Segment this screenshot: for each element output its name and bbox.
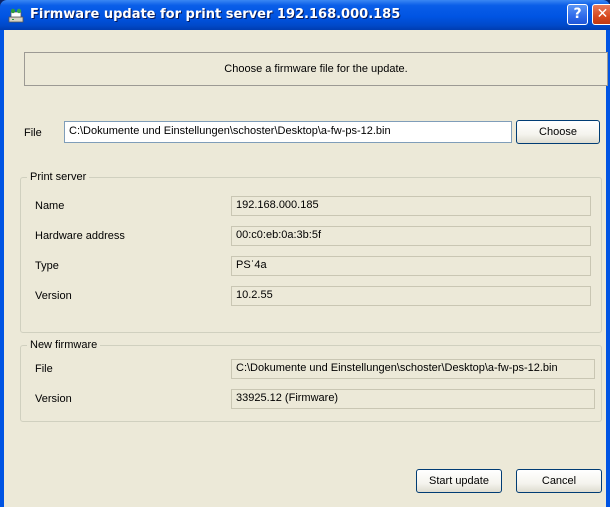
hardware-address-value: 00:c0:eb:0a:3b:5f xyxy=(231,226,591,246)
new-firmware-file-label: File xyxy=(35,363,53,375)
new-firmware-group-title: New firmware xyxy=(27,339,101,351)
close-button[interactable]: ✕ xyxy=(592,4,610,25)
start-update-button[interactable]: Start update xyxy=(416,469,502,493)
dialog-client-area: Choose a firmware file for the update. F… xyxy=(4,30,608,507)
close-icon: ✕ xyxy=(596,6,609,22)
hardware-address-label: Hardware address xyxy=(35,230,125,242)
network-printer-icon xyxy=(8,8,24,23)
print-server-group: Print server Name 192.168.000.185 Hardwa… xyxy=(20,171,602,333)
title-bar[interactable]: Firmware update for print server 192.168… xyxy=(0,0,610,30)
type-label: Type xyxy=(35,260,59,272)
file-path-input[interactable]: C:\Dokumente und Einstellungen\schoster\… xyxy=(64,121,512,143)
window-frame-right xyxy=(606,30,610,507)
name-label: Name xyxy=(35,200,65,212)
dialog-window: Firmware update for print server 192.168… xyxy=(0,0,610,507)
help-button[interactable]: ? xyxy=(567,4,588,25)
file-label: File xyxy=(24,127,42,139)
version-label: Version xyxy=(35,290,72,302)
new-firmware-version-label: Version xyxy=(35,393,72,405)
type-value: PSʿ4a xyxy=(231,256,591,276)
choose-button[interactable]: Choose xyxy=(516,120,600,144)
window-title: Firmware update for print server 192.168… xyxy=(30,7,401,22)
cancel-button[interactable]: Cancel xyxy=(516,469,602,493)
new-firmware-group: New firmware File C:\Dokumente und Einst… xyxy=(20,339,602,422)
print-server-group-title: Print server xyxy=(27,171,90,183)
instruction-message: Choose a firmware file for the update. xyxy=(24,52,608,86)
new-firmware-version-value: 33925.12 (Firmware) xyxy=(231,389,595,409)
help-icon: ? xyxy=(573,6,582,22)
name-value: 192.168.000.185 xyxy=(231,196,591,216)
version-value: 10.2.55 xyxy=(231,286,591,306)
new-firmware-file-value: C:\Dokumente und Einstellungen\schoster\… xyxy=(231,359,595,379)
